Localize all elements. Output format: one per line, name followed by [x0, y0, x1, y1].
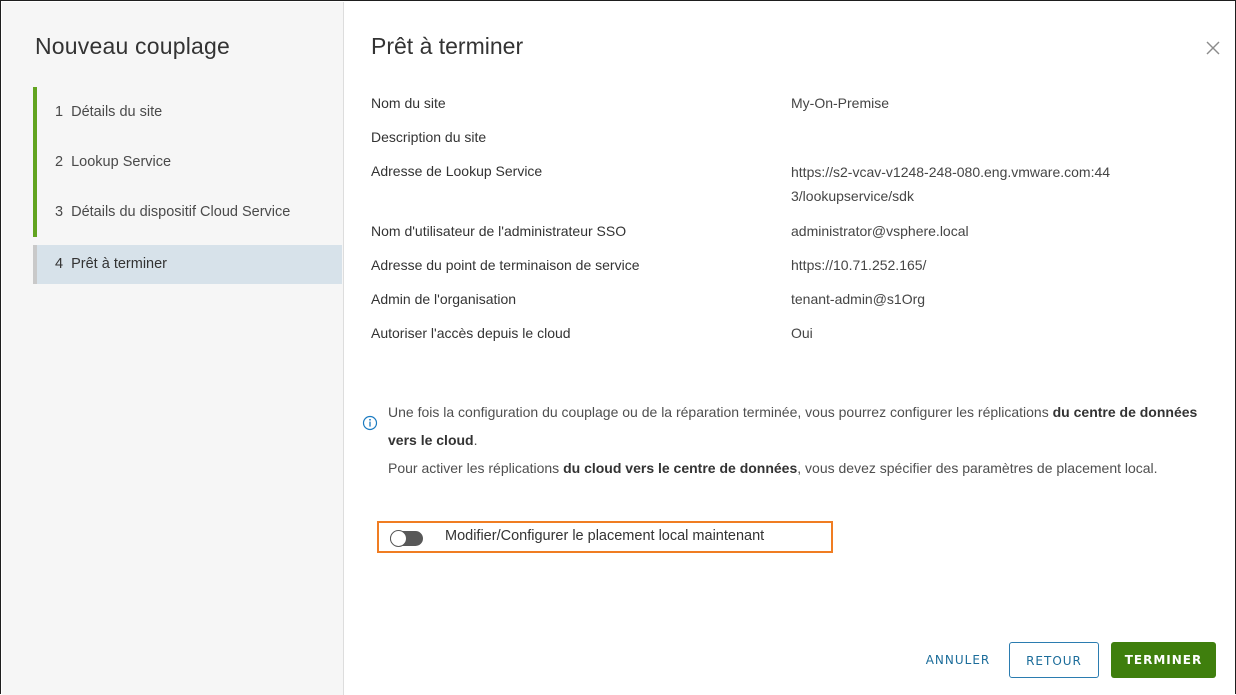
- summary-label: Nom d'utilisateur de l'administrateur SS…: [371, 223, 627, 239]
- local-placement-toggle-highlight: Modifier/Configurer le placement local m…: [377, 521, 833, 553]
- summary-row-site-name: Nom du site My-On-Premise: [371, 92, 1201, 114]
- step-number: 3: [55, 204, 64, 220]
- summary-row-sso-admin: Nom d'utilisateur de l'administrateur SS…: [371, 220, 1201, 242]
- close-icon[interactable]: [1204, 39, 1222, 57]
- step-number: 2: [55, 154, 64, 170]
- step-number: 4: [55, 256, 64, 272]
- step-site-details[interactable]: 1 Détails du site: [33, 87, 342, 137]
- summary-list: Nom du site My-On-Premise Description du…: [371, 92, 1201, 344]
- summary-row-cloud-access: Autoriser l'accès depuis le cloud Oui: [371, 322, 1201, 344]
- summary-value: https://s2-vcav-v1248-248-080.eng.vmware…: [791, 164, 1111, 204]
- step-label: Prêt à terminer: [71, 256, 168, 272]
- toggle-knob: [390, 530, 407, 547]
- summary-label: Adresse de Lookup Service: [371, 163, 543, 179]
- finish-button[interactable]: TERMINER: [1111, 642, 1216, 678]
- step-lookup-service[interactable]: 2 Lookup Service: [33, 137, 342, 187]
- summary-row-site-description: Description du site: [371, 126, 1201, 148]
- summary-label: Adresse du point de terminaison de servi…: [371, 257, 640, 273]
- summary-row-service-endpoint: Adresse du point de terminaison de servi…: [371, 254, 1201, 276]
- local-placement-toggle[interactable]: [390, 530, 423, 547]
- step-label: Lookup Service: [71, 154, 172, 170]
- summary-label: Description du site: [371, 129, 487, 145]
- cancel-button[interactable]: ANNULER: [918, 642, 998, 678]
- summary-row-lookup-address: Adresse de Lookup Service https://s2-vca…: [371, 160, 1201, 208]
- summary-value: Oui: [791, 325, 813, 341]
- info-line2-prefix: Pour activer les réplications: [388, 460, 564, 476]
- wizard-steps: 1 Détails du site 2 Lookup Service 3 Dét…: [33, 87, 342, 284]
- step-cloud-service-details[interactable]: 3 Détails du dispositif Cloud Service: [33, 187, 342, 237]
- page-title: Prêt à terminer: [371, 33, 524, 59]
- info-text: Une fois la configuration du couplage ou…: [388, 398, 1222, 482]
- wizard-title: Nouveau couplage: [35, 33, 231, 59]
- info-line1-prefix: Une fois la configuration du couplage ou…: [388, 404, 1053, 420]
- step-label: Détails du dispositif Cloud Service: [71, 204, 291, 220]
- back-button[interactable]: RETOUR: [1009, 642, 1099, 678]
- summary-row-org-admin: Admin de l'organisation tenant-admin@s1O…: [371, 288, 1201, 310]
- info-alert: Une fois la configuration du couplage ou…: [362, 398, 1222, 482]
- wizard-dialog: Nouveau couplage 1 Détails du site 2 Loo…: [0, 0, 1236, 695]
- wizard-sidebar: Nouveau couplage 1 Détails du site 2 Loo…: [2, 2, 344, 695]
- summary-label: Admin de l'organisation: [371, 291, 517, 307]
- info-line2-bold: du cloud vers le centre de données: [563, 460, 798, 476]
- summary-value: My-On-Premise: [791, 95, 890, 111]
- info-icon: [362, 412, 378, 431]
- info-line2-suffix: , vous devez spécifier des paramètres de…: [797, 460, 1158, 476]
- summary-value: tenant-admin@s1Org: [791, 291, 926, 307]
- wizard-content: Prêt à terminer Nom du site My-On-Premis…: [344, 2, 1235, 695]
- summary-value: https://10.71.252.165/: [791, 257, 927, 273]
- step-ready-to-complete[interactable]: 4 Prêt à terminer: [33, 245, 342, 284]
- info-line1-suffix: .: [473, 432, 478, 448]
- step-label: Détails du site: [71, 104, 163, 120]
- step-number: 1: [55, 104, 64, 120]
- summary-label: Autoriser l'accès depuis le cloud: [371, 325, 571, 341]
- summary-value: administrator@vsphere.local: [791, 223, 969, 239]
- summary-label: Nom du site: [371, 95, 446, 111]
- local-placement-toggle-label[interactable]: Modifier/Configurer le placement local m…: [445, 528, 764, 544]
